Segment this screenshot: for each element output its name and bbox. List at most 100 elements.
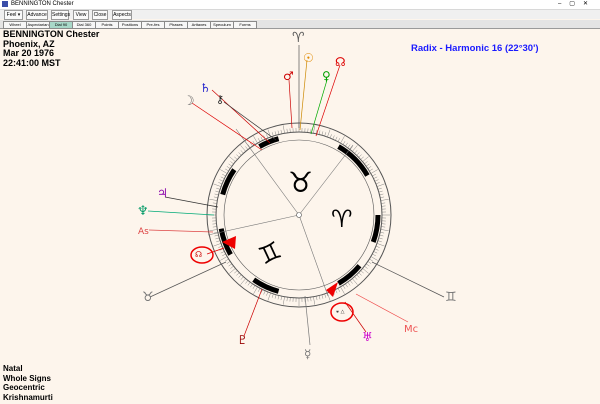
degree-tick [214, 193, 219, 196]
degree-tick [366, 163, 370, 167]
degree-tick [358, 272, 362, 276]
degree-tick [245, 280, 249, 284]
degree-tick [213, 183, 222, 187]
degree-tick [366, 263, 370, 267]
degree-tick [218, 245, 223, 248]
degree-tick [321, 294, 324, 299]
degree-tick [327, 129, 331, 138]
degree-tick [354, 276, 358, 280]
taurus-left-glyph: ♉ [142, 290, 154, 305]
degree-tick [345, 142, 348, 147]
degree-tick [374, 248, 379, 251]
degree-tick [347, 282, 351, 286]
degree-tick [380, 232, 385, 234]
degree-tick [381, 202, 386, 204]
degree-tick [340, 136, 345, 144]
degree-tick [381, 226, 386, 228]
degree-tick [219, 179, 224, 182]
degree-tick [324, 293, 327, 298]
degree-tick [253, 136, 258, 144]
degree-tick [215, 190, 220, 193]
degree-tick [352, 278, 358, 285]
degree-tick [216, 240, 221, 243]
degree-tick [263, 290, 266, 295]
degree-tick [356, 152, 360, 156]
degree-tick [228, 163, 232, 167]
degree-tick [229, 156, 236, 162]
degree-tick [321, 131, 324, 136]
degree-tick [234, 156, 238, 160]
degree-tick [369, 168, 373, 172]
degree-tick [318, 295, 321, 300]
degree-tick [222, 173, 226, 177]
moon-glyph: ☽ [183, 94, 195, 109]
degree-tick [234, 270, 238, 274]
degree-tick [220, 251, 225, 254]
mars-glyph: ♂ [283, 69, 294, 83]
degree-tick [218, 182, 223, 185]
degree-tick [274, 294, 277, 299]
degree-tick [372, 173, 376, 177]
uranus-glyph: ♅ [362, 330, 373, 344]
degree-tick [362, 156, 369, 162]
degree-tick [238, 274, 242, 278]
spoke-taurus-left [149, 261, 227, 298]
mercury-glyph: ☿ [304, 347, 311, 361]
degree-tick [335, 289, 338, 294]
degree-tick [354, 150, 358, 154]
degree-tick [220, 256, 228, 261]
degree-tick [316, 296, 318, 301]
degree-tick [377, 240, 382, 243]
degree-tick [337, 138, 341, 142]
degree-tick [230, 265, 234, 269]
degree-tick [376, 243, 385, 247]
degree-tick [283, 296, 285, 305]
degree-tick [376, 183, 385, 187]
degree-tick [340, 286, 345, 294]
degree-tick [229, 268, 236, 274]
degree-tick [209, 199, 218, 201]
degree-tick [252, 285, 256, 289]
degree-tick [342, 285, 346, 289]
degree-tick [286, 297, 288, 302]
degree-tick [260, 136, 263, 141]
chart-wheel: ♉ ♈ ♊ ♈ ☉ ♂ ♀ ☊ ☽ ♄ ⚷ ♃ ♆ As ☊ ♉ ♇ ☿ ♅ M… [137, 30, 457, 361]
degree-tick [213, 196, 218, 198]
degree-tick [280, 296, 282, 301]
degree-tick [360, 270, 364, 274]
degree-tick [367, 261, 372, 264]
degree-tick [257, 288, 261, 292]
degree-tick [329, 134, 332, 139]
sign-band-segment [220, 168, 237, 196]
chart-settings: Natal Whole Signs Geocentric Krishnamurt… [3, 364, 53, 402]
sign-taurus-glyph: ♉ [288, 166, 313, 199]
degree-tick [253, 286, 258, 294]
degree-tick [240, 145, 246, 152]
degree-tick [247, 282, 251, 286]
degree-tick [267, 292, 271, 301]
degree-tick [236, 272, 240, 276]
chiron-glyph: ☊ [335, 55, 346, 69]
degree-tick [257, 138, 261, 142]
degree-tick [313, 125, 315, 134]
neptune-glyph: ♆ [137, 204, 149, 219]
degree-tick [250, 283, 253, 288]
pluto-glyph: ♇ [237, 333, 248, 347]
north-node-glyph: ☊ [195, 250, 202, 259]
degree-tick [347, 144, 351, 148]
degree-tick [225, 258, 229, 262]
degree-tick [372, 253, 376, 257]
spoke-pluto [243, 288, 263, 337]
degree-tick [226, 261, 231, 264]
degree-tick [212, 202, 217, 204]
degree-tick [370, 256, 378, 261]
degree-tick [240, 276, 244, 280]
degree-tick [375, 245, 380, 248]
degree-tick [378, 190, 383, 193]
degree-tick [215, 237, 220, 240]
house-system: Whole Signs [3, 373, 51, 383]
sign-aries-glyph: ♈ [331, 205, 353, 233]
degree-tick [375, 182, 380, 185]
degree-tick [378, 237, 383, 240]
degree-tick [377, 187, 382, 190]
